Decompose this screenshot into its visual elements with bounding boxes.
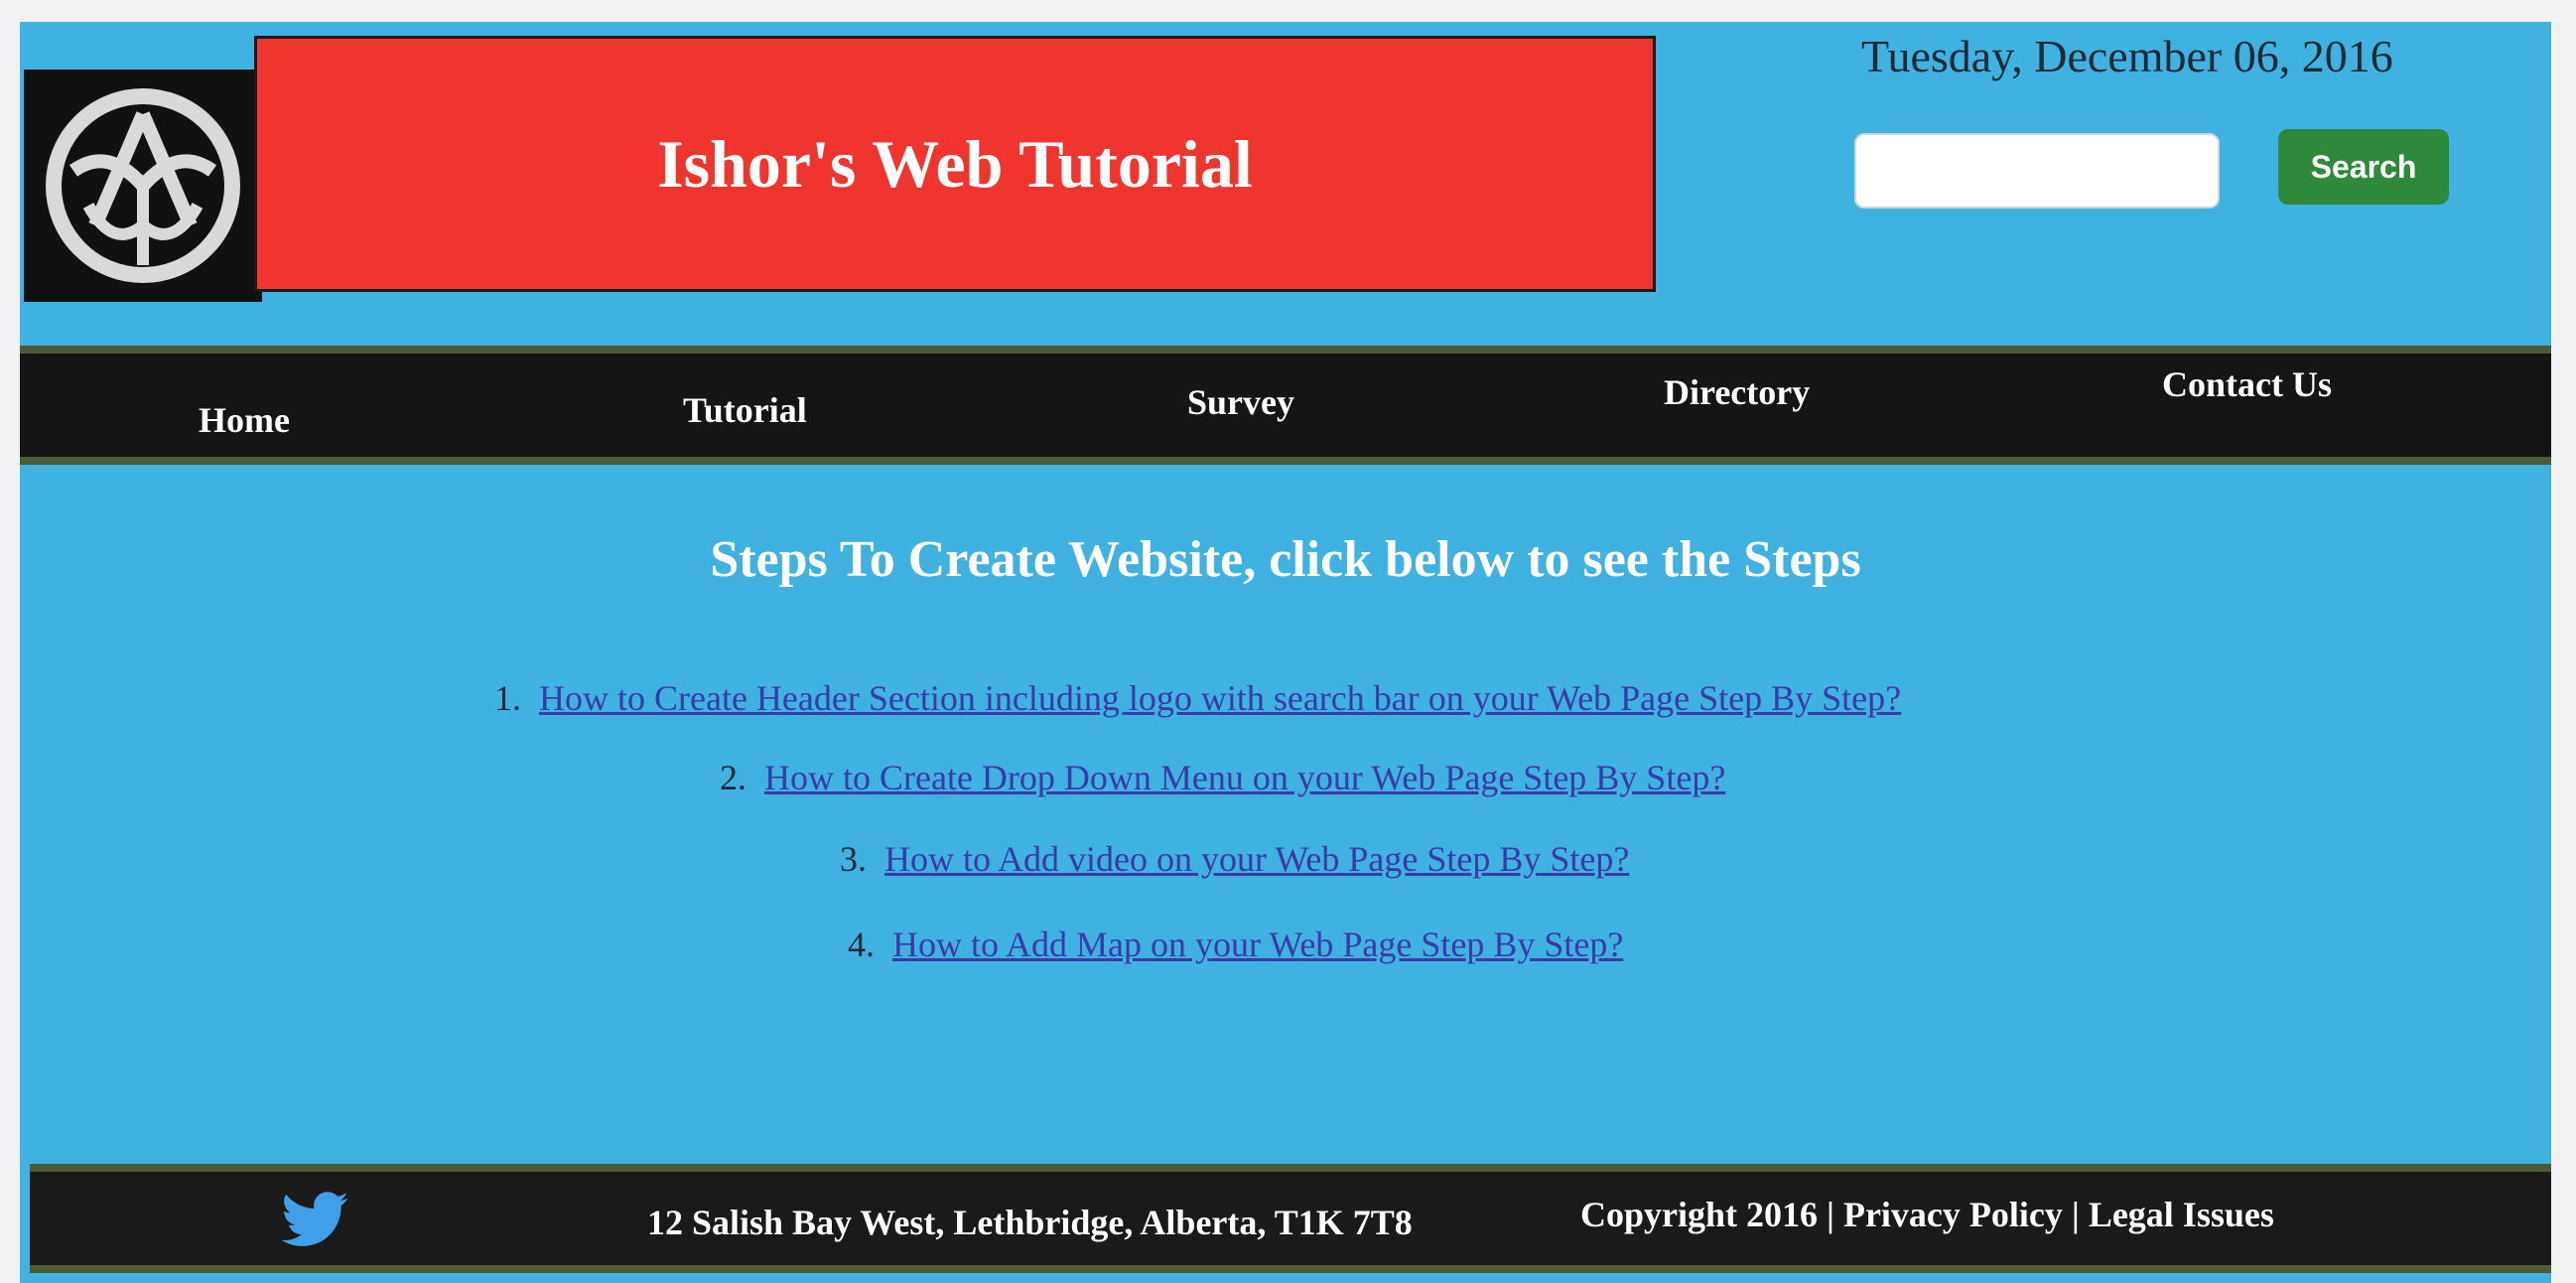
footer-copyright: Copyright 2016 (1580, 1195, 1819, 1234)
step-number: 2. (720, 758, 746, 797)
step-number: 4. (848, 925, 875, 964)
step-link-add-video[interactable]: How to Add video on your Web Page Step B… (884, 839, 1629, 879)
step-item: 4. How to Add Map on your Web Page Step B… (848, 924, 1623, 965)
step-link-header-section[interactable]: How to Create Header Section including l… (539, 678, 1901, 718)
footer: 12 Salish Bay West, Lethbridge, Alberta,… (30, 1164, 2551, 1273)
search-button[interactable]: Search (2278, 129, 2449, 205)
nav-item-contact-us[interactable]: Contact Us (2162, 363, 2332, 405)
emblem-logo-icon (46, 88, 240, 283)
nav-item-directory[interactable]: Directory (1664, 371, 1810, 413)
footer-separator: | (2071, 1195, 2080, 1234)
step-link-drop-down-menu[interactable]: How to Create Drop Down Menu on your Web… (764, 758, 1725, 797)
step-item: 1. How to Create Header Section including… (494, 677, 1901, 719)
step-item: 2. How to Create Drop Down Menu on your W… (720, 757, 1725, 798)
main-nav: Home Tutorial Survey Directory Contact U… (20, 346, 2551, 465)
footer-separator: | (1827, 1195, 1834, 1234)
current-date: Tuesday, December 06, 2016 (1861, 31, 2393, 81)
legal-issues-link[interactable]: Legal Issues (2089, 1195, 2274, 1234)
step-link-add-map[interactable]: How to Add Map on your Web Page Step By … (892, 925, 1623, 964)
nav-item-home[interactable]: Home (199, 399, 290, 441)
twitter-bird-icon[interactable] (280, 1192, 349, 1247)
step-number: 1. (494, 678, 521, 718)
step-item: 3. How to Add video on your Web Page Step… (840, 838, 1629, 880)
nav-item-survey[interactable]: Survey (1187, 381, 1294, 423)
site-logo[interactable] (24, 70, 262, 302)
nav-item-tutorial[interactable]: Tutorial (683, 389, 807, 431)
privacy-policy-link[interactable]: Privacy Policy (1843, 1195, 2063, 1234)
site-title: Ishor's Web Tutorial (657, 125, 1253, 202)
page: Ishor's Web Tutorial Tuesday, December 0… (20, 22, 2551, 1283)
steps-heading: Steps To Create Website, click below to … (710, 531, 1861, 588)
footer-legal-links: Copyright 2016 | Privacy Policy | Legal … (1580, 1194, 2274, 1235)
footer-address: 12 Salish Bay West, Lethbridge, Alberta,… (647, 1203, 1413, 1242)
title-banner: Ishor's Web Tutorial (254, 36, 1656, 292)
search-input[interactable] (1854, 133, 2220, 209)
step-number: 3. (840, 839, 867, 879)
